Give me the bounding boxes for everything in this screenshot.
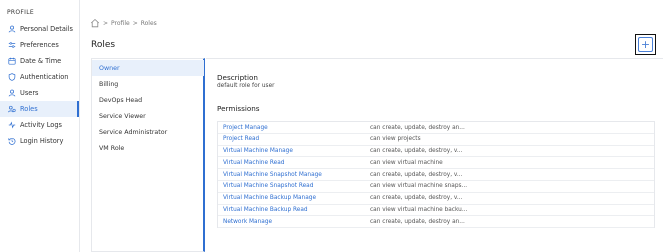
permission-name[interactable]: Project Read [223, 136, 259, 142]
sidebar-item-roles[interactable]: Roles [0, 101, 79, 117]
role-item-devops-head[interactable]: DevOps Head [92, 92, 204, 108]
sidebar-item-label: Login History [20, 137, 64, 145]
sidebar-item-personal-details[interactable]: Personal Details [0, 21, 79, 37]
permission-name[interactable]: Virtual Machine Backup Manage [223, 195, 316, 201]
role-item-owner[interactable]: Owner [92, 60, 204, 76]
permissions-table: Project Manage can create, update, destr… [217, 121, 655, 229]
shield-icon [7, 73, 16, 82]
table-row: Virtual Machine Snapshot Manage can crea… [218, 169, 654, 181]
activity-icon [7, 121, 16, 130]
roles-icon [7, 105, 16, 114]
permission-description: can create, update, destroy an... [370, 218, 465, 225]
page-title: Roles [91, 40, 116, 50]
sidebar-item-label: Activity Logs [20, 121, 62, 129]
permission-description: can view virtual machine backu... [370, 207, 468, 214]
breadcrumb: > Profile > Roles [90, 17, 157, 29]
sidebar-item-label: Personal Details [20, 25, 73, 33]
table-row: Project Manage can create, update, destr… [218, 122, 654, 134]
permission-description: can create, update, destroy, v... [370, 195, 463, 202]
sidebar-item-preferences[interactable]: Preferences [0, 37, 79, 53]
permissions-label: Permissions [217, 104, 260, 113]
breadcrumb-item-roles: Roles [140, 19, 157, 27]
table-row: Virtual Machine Backup Manage can create… [218, 193, 654, 205]
permission-name[interactable]: Project Manage [223, 125, 268, 131]
permission-name[interactable]: Virtual Machine Snapshot Manage [223, 172, 322, 178]
sidebar-item-label: Date & Time [20, 57, 62, 65]
description-label: Description [217, 73, 258, 82]
sidebar: PROFILE Personal Details Preferences Dat… [0, 0, 80, 252]
table-row: Virtual Machine Snapshot Read can view v… [218, 181, 654, 193]
breadcrumb-separator: > [132, 19, 138, 27]
breadcrumb-separator: > [103, 19, 109, 27]
sidebar-item-label: Preferences [20, 41, 59, 49]
add-role-button[interactable]: + [635, 34, 656, 55]
users-icon [7, 89, 16, 98]
table-row: Network Manage can create, update, destr… [218, 216, 654, 229]
sidebar-item-date-time[interactable]: Date & Time [0, 53, 79, 69]
role-list: Owner Billing DevOps Head Service Viewer… [91, 58, 205, 252]
breadcrumb-item-profile[interactable]: Profile [111, 20, 130, 27]
home-icon[interactable] [90, 18, 100, 28]
permission-description: can view virtual machine [370, 159, 443, 166]
role-item-service-administrator[interactable]: Service Administrator [92, 124, 204, 140]
permission-description: can create, update, destroy, v... [370, 171, 463, 178]
permission-name[interactable]: Virtual Machine Manage [223, 148, 293, 154]
table-row: Virtual Machine Manage can create, updat… [218, 146, 654, 158]
sidebar-title: PROFILE [7, 9, 34, 16]
role-item-billing[interactable]: Billing [92, 76, 204, 92]
detail-scroll-area: Description default role for user Permis… [206, 59, 663, 252]
permission-description: can create, update, destroy, v... [370, 148, 463, 155]
sidebar-item-login-history[interactable]: Login History [0, 133, 79, 149]
sidebar-item-label: Roles [20, 105, 38, 113]
sidebar-item-label: Users [20, 89, 39, 97]
sidebar-item-label: Authentication [20, 73, 69, 81]
table-row: Virtual Machine Read can view virtual ma… [218, 157, 654, 170]
table-row: Project Read can view projects [218, 134, 654, 146]
description-value: default role for user [217, 83, 275, 89]
role-detail: Description default role for user Permis… [206, 58, 663, 252]
permission-name[interactable]: Virtual Machine Backup Read [223, 207, 308, 213]
permission-name[interactable]: Virtual Machine Read [223, 160, 284, 166]
history-icon [7, 137, 16, 146]
role-item-vm-role[interactable]: VM Role [92, 140, 204, 156]
user-icon [7, 25, 16, 34]
plus-icon: + [638, 37, 653, 52]
table-row: Virtual Machine Backup Read can view vir… [218, 205, 654, 217]
permission-description: can view projects [370, 136, 421, 143]
permission-description: can view virtual machine snaps... [370, 183, 468, 190]
sidebar-item-activity-logs[interactable]: Activity Logs [0, 117, 79, 133]
permission-name[interactable]: Virtual Machine Snapshot Read [223, 183, 313, 189]
permission-description: can create, update, destroy an... [370, 124, 465, 131]
sidebar-item-authentication[interactable]: Authentication [0, 69, 79, 85]
permission-name[interactable]: Network Manage [223, 219, 272, 225]
sidebar-item-users[interactable]: Users [0, 85, 79, 101]
sliders-icon [7, 41, 16, 50]
role-item-service-viewer[interactable]: Service Viewer [92, 108, 204, 124]
calendar-icon [7, 57, 16, 66]
